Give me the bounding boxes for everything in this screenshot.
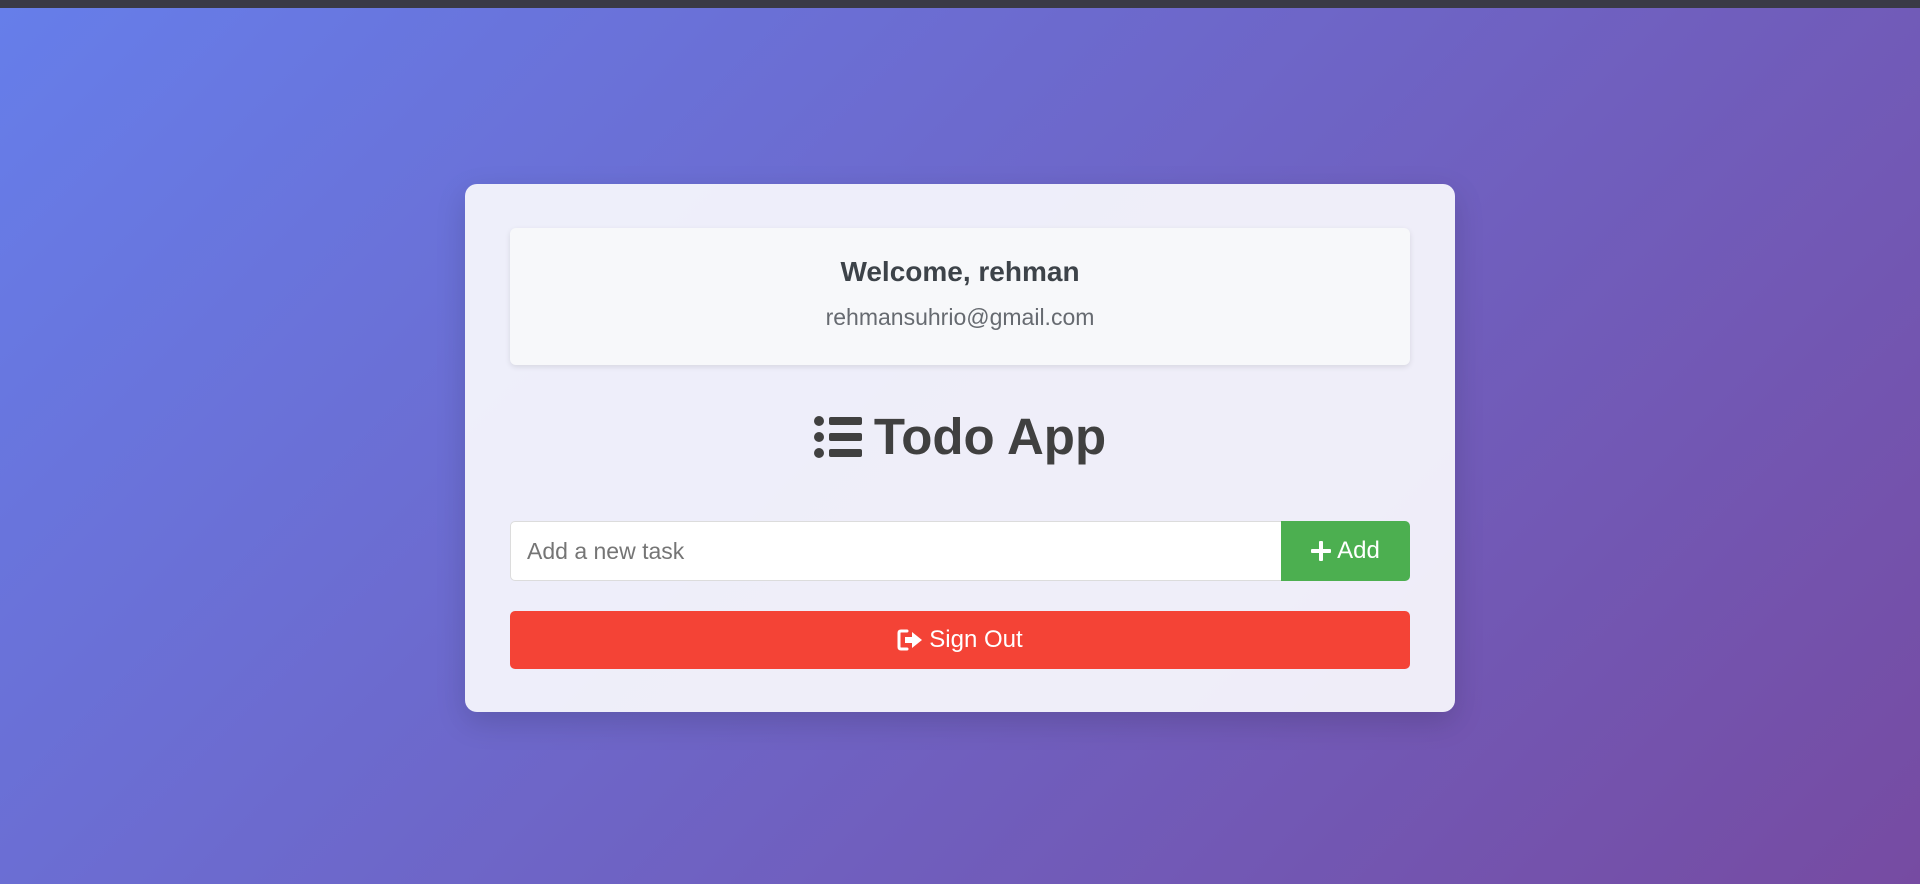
browser-top-strip xyxy=(0,0,1920,8)
add-task-button[interactable]: Add xyxy=(1281,521,1410,581)
user-email: rehmansuhrio@gmail.com xyxy=(825,304,1095,330)
app-title-text: Todo App xyxy=(873,408,1107,465)
app-title: Todo App xyxy=(510,407,1410,467)
add-task-form: Add xyxy=(510,521,1410,581)
todo-card: Welcome, rehman rehmansuhrio@gmail.com T… xyxy=(465,184,1455,712)
plus-icon xyxy=(1311,541,1332,561)
welcome-heading: Welcome, rehman xyxy=(840,256,1080,287)
sign-out-label: Sign Out xyxy=(929,626,1023,653)
new-task-input[interactable] xyxy=(510,521,1281,581)
add-button-label: Add xyxy=(1337,537,1380,564)
sign-out-icon xyxy=(897,628,923,652)
user-info-panel: Welcome, rehman rehmansuhrio@gmail.com xyxy=(510,228,1410,365)
list-icon xyxy=(813,414,862,460)
sign-out-button[interactable]: Sign Out xyxy=(510,611,1410,669)
